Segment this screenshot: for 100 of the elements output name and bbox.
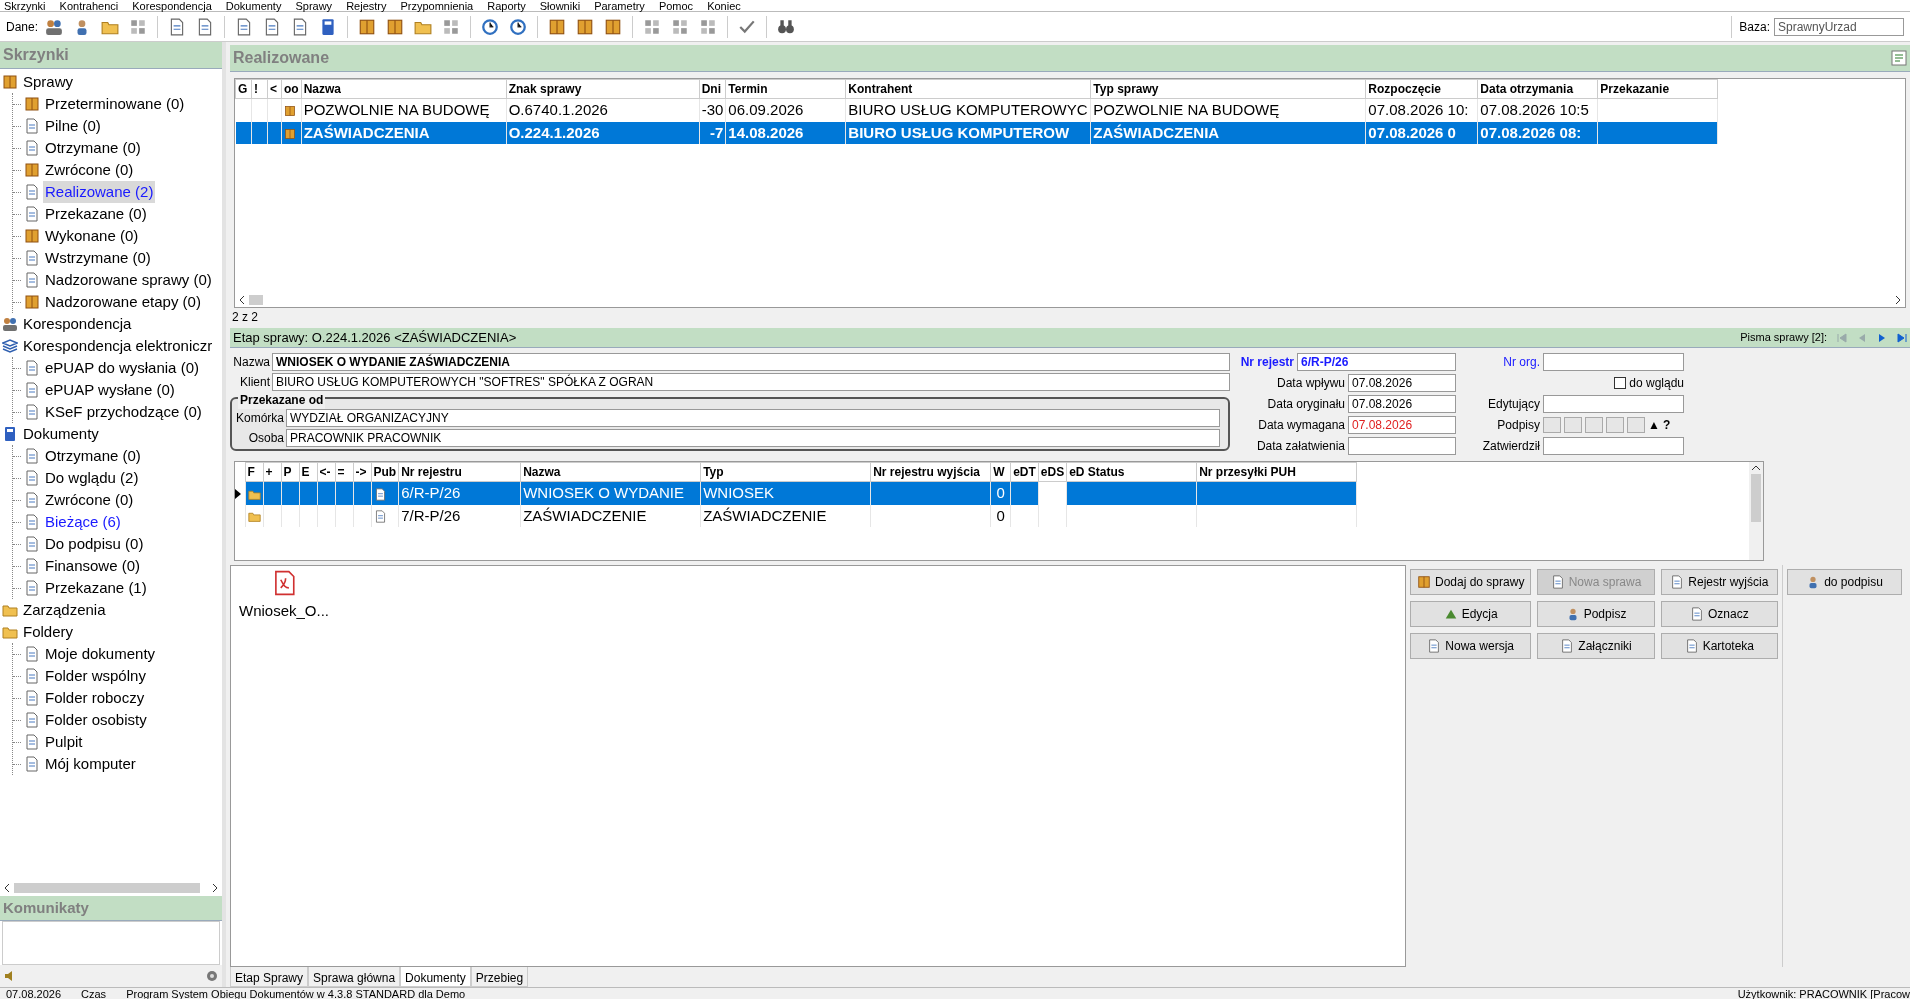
column-header[interactable]: G xyxy=(235,79,252,99)
column-header[interactable]: Dni xyxy=(699,79,726,99)
action-button[interactable]: Załączniki xyxy=(1537,633,1655,659)
text-field[interactable] xyxy=(1543,437,1684,455)
menu-item[interactable]: Przypomnienia xyxy=(400,0,474,11)
menu-item[interactable]: Dokumenty xyxy=(225,0,282,11)
disc-icon[interactable] xyxy=(206,970,218,982)
tab[interactable]: Sprawa główna xyxy=(308,967,401,987)
scroll-left-icon[interactable] xyxy=(4,883,10,892)
column-header[interactable]: Nazwa xyxy=(301,79,507,99)
column-header[interactable]: Termin xyxy=(725,79,846,99)
tree-item[interactable]: Nadzorowane sprawy (0) xyxy=(43,268,214,292)
tree-item[interactable]: Moje dokumenty xyxy=(43,642,158,666)
tree-item[interactable]: Finansowe (0) xyxy=(43,554,143,578)
tree-item[interactable]: Zwrócone (0) xyxy=(43,158,136,182)
sign-button[interactable]: do podpisu xyxy=(1787,569,1902,595)
file-name[interactable]: Wniosek_O... xyxy=(239,600,330,623)
tree-item[interactable]: Wykonane (0) xyxy=(43,224,141,248)
horizontal-scrollbar[interactable] xyxy=(14,882,200,893)
text-field[interactable]: BIURO USŁUG KOMPUTEROWYCH "SOFTRES" SPÓŁKA Z OGRAN xyxy=(272,373,1230,391)
scroll-right-icon[interactable] xyxy=(1895,296,1901,304)
column-header[interactable]: eDT xyxy=(1010,462,1039,482)
tree-item[interactable]: Zwrócone (0) xyxy=(43,488,136,512)
column-header[interactable]: Data otrzymania xyxy=(1477,79,1598,99)
tree-item[interactable]: Korespondencja xyxy=(21,312,134,336)
menu-item[interactable]: Słowniki xyxy=(539,0,581,11)
menu-item[interactable]: Pomoc xyxy=(658,0,694,11)
text-field[interactable]: 6/R-P/26 xyxy=(1297,353,1456,371)
menu-item[interactable]: Raporty xyxy=(487,0,526,11)
tree-item[interactable]: Zarządzenia xyxy=(21,598,108,622)
date-field[interactable] xyxy=(1348,437,1456,455)
tree-item[interactable]: Przekazane (0) xyxy=(43,202,149,226)
tree-item[interactable]: Dokumenty xyxy=(21,422,101,446)
tree-item[interactable]: Bieżące (6) xyxy=(43,510,123,534)
tree-item[interactable]: Nadzorowane etapy (0) xyxy=(43,290,203,314)
text-field[interactable] xyxy=(1543,395,1684,413)
tree-item[interactable]: ePUAP do wysłania (0) xyxy=(43,356,201,380)
column-header[interactable]: Kontrahent xyxy=(845,79,1091,99)
text-field[interactable]: WYDZIAŁ ORGANIZACYJNY xyxy=(286,409,1220,427)
date-field[interactable]: 07.08.2026 xyxy=(1348,416,1456,434)
tree-item[interactable]: Korespondencja elektroniczr xyxy=(21,334,215,358)
menu-item[interactable]: Kontrahenci xyxy=(59,0,119,11)
text-field[interactable]: PRACOWNIK PRACOWNIK xyxy=(286,429,1220,447)
scroll-left-icon[interactable] xyxy=(239,296,245,304)
column-header[interactable]: Pub xyxy=(371,462,399,482)
tree-item[interactable]: Folder roboczy xyxy=(43,686,147,710)
next-icon[interactable] xyxy=(1877,332,1887,343)
tree-item[interactable]: Folder osobisty xyxy=(43,708,149,732)
column-header[interactable]: eDS xyxy=(1038,462,1067,482)
column-header[interactable]: Znak sprawy xyxy=(506,79,700,99)
action-button[interactable]: Rejestr wyjścia xyxy=(1660,569,1778,595)
tree-item[interactable]: Mój komputer xyxy=(43,752,138,776)
export-icon[interactable] xyxy=(1891,50,1907,66)
tree-item[interactable]: Przeterminowane (0) xyxy=(43,92,187,116)
tree-item[interactable]: ePUAP wysłane (0) xyxy=(43,378,177,402)
horizontal-scrollbar[interactable] xyxy=(249,295,263,305)
column-header[interactable]: Nr rejestru xyxy=(398,462,521,482)
date-field[interactable]: 07.08.2026 xyxy=(1348,395,1456,413)
tab[interactable]: Dokumenty xyxy=(400,967,471,987)
tree-item[interactable]: Foldery xyxy=(21,620,76,644)
tree-item[interactable]: Sprawy xyxy=(21,70,76,94)
vertical-scrollbar[interactable] xyxy=(1749,462,1763,560)
tree-item[interactable]: Do wglądu (2) xyxy=(43,466,141,490)
column-header[interactable]: Nr przesyłki PUH xyxy=(1196,462,1357,482)
base-field[interactable]: SprawnyUrzad xyxy=(1774,17,1904,36)
column-header[interactable]: Typ xyxy=(700,462,871,482)
action-button[interactable]: Oznacz xyxy=(1660,601,1778,627)
date-field[interactable]: 07.08.2026 xyxy=(1348,374,1456,392)
action-button[interactable]: Kartoteka xyxy=(1660,633,1778,659)
scroll-up-icon[interactable] xyxy=(1752,465,1760,471)
menu-item[interactable]: Skrzynki xyxy=(4,0,46,11)
column-header[interactable]: F xyxy=(245,462,263,482)
checkbox[interactable] xyxy=(1614,377,1627,389)
tree-item[interactable]: Przekazane (1) xyxy=(43,576,149,600)
column-header[interactable]: Rozpoczęcie xyxy=(1365,79,1478,99)
action-button[interactable]: Edycja xyxy=(1410,601,1532,627)
tree-item[interactable]: Otrzymane (0) xyxy=(43,444,143,468)
help-icon[interactable]: ? xyxy=(1662,416,1671,434)
action-button[interactable]: Dodaj do sprawy xyxy=(1410,569,1532,595)
tree-item[interactable]: Otrzymane (0) xyxy=(43,136,143,160)
text-field[interactable] xyxy=(1543,353,1684,371)
menu-item[interactable]: Korespondencja xyxy=(132,0,212,11)
tree-item[interactable]: KSeF przychodzące (0) xyxy=(43,400,204,424)
tree-item[interactable]: Pilne (0) xyxy=(43,114,103,138)
scroll-right-icon[interactable] xyxy=(212,883,218,892)
menu-item[interactable]: Parametry xyxy=(594,0,645,11)
action-button[interactable]: Nowa wersja xyxy=(1410,633,1532,659)
tree-item[interactable]: Wstrzymane (0) xyxy=(43,246,153,270)
tab[interactable]: Etap Sprawy xyxy=(230,967,309,987)
column-header[interactable]: eD Status xyxy=(1066,462,1197,482)
sort-up-icon[interactable]: ▲ xyxy=(1648,416,1660,434)
menu-item[interactable]: Sprawy xyxy=(295,0,333,11)
menu-item[interactable]: Koniec xyxy=(707,0,741,11)
action-button[interactable]: Podpisz xyxy=(1537,601,1655,627)
text-field[interactable]: WNIOSEK O WYDANIE ZAŚWIADCZENIA xyxy=(272,353,1230,371)
column-header[interactable]: Przekazanie xyxy=(1597,79,1718,99)
tree-item[interactable]: Pulpit xyxy=(43,730,85,754)
menu-item[interactable]: Rejestry xyxy=(346,0,387,11)
tree-item[interactable]: Folder wspólny xyxy=(43,664,148,688)
tab[interactable]: Przebieg xyxy=(470,967,529,987)
